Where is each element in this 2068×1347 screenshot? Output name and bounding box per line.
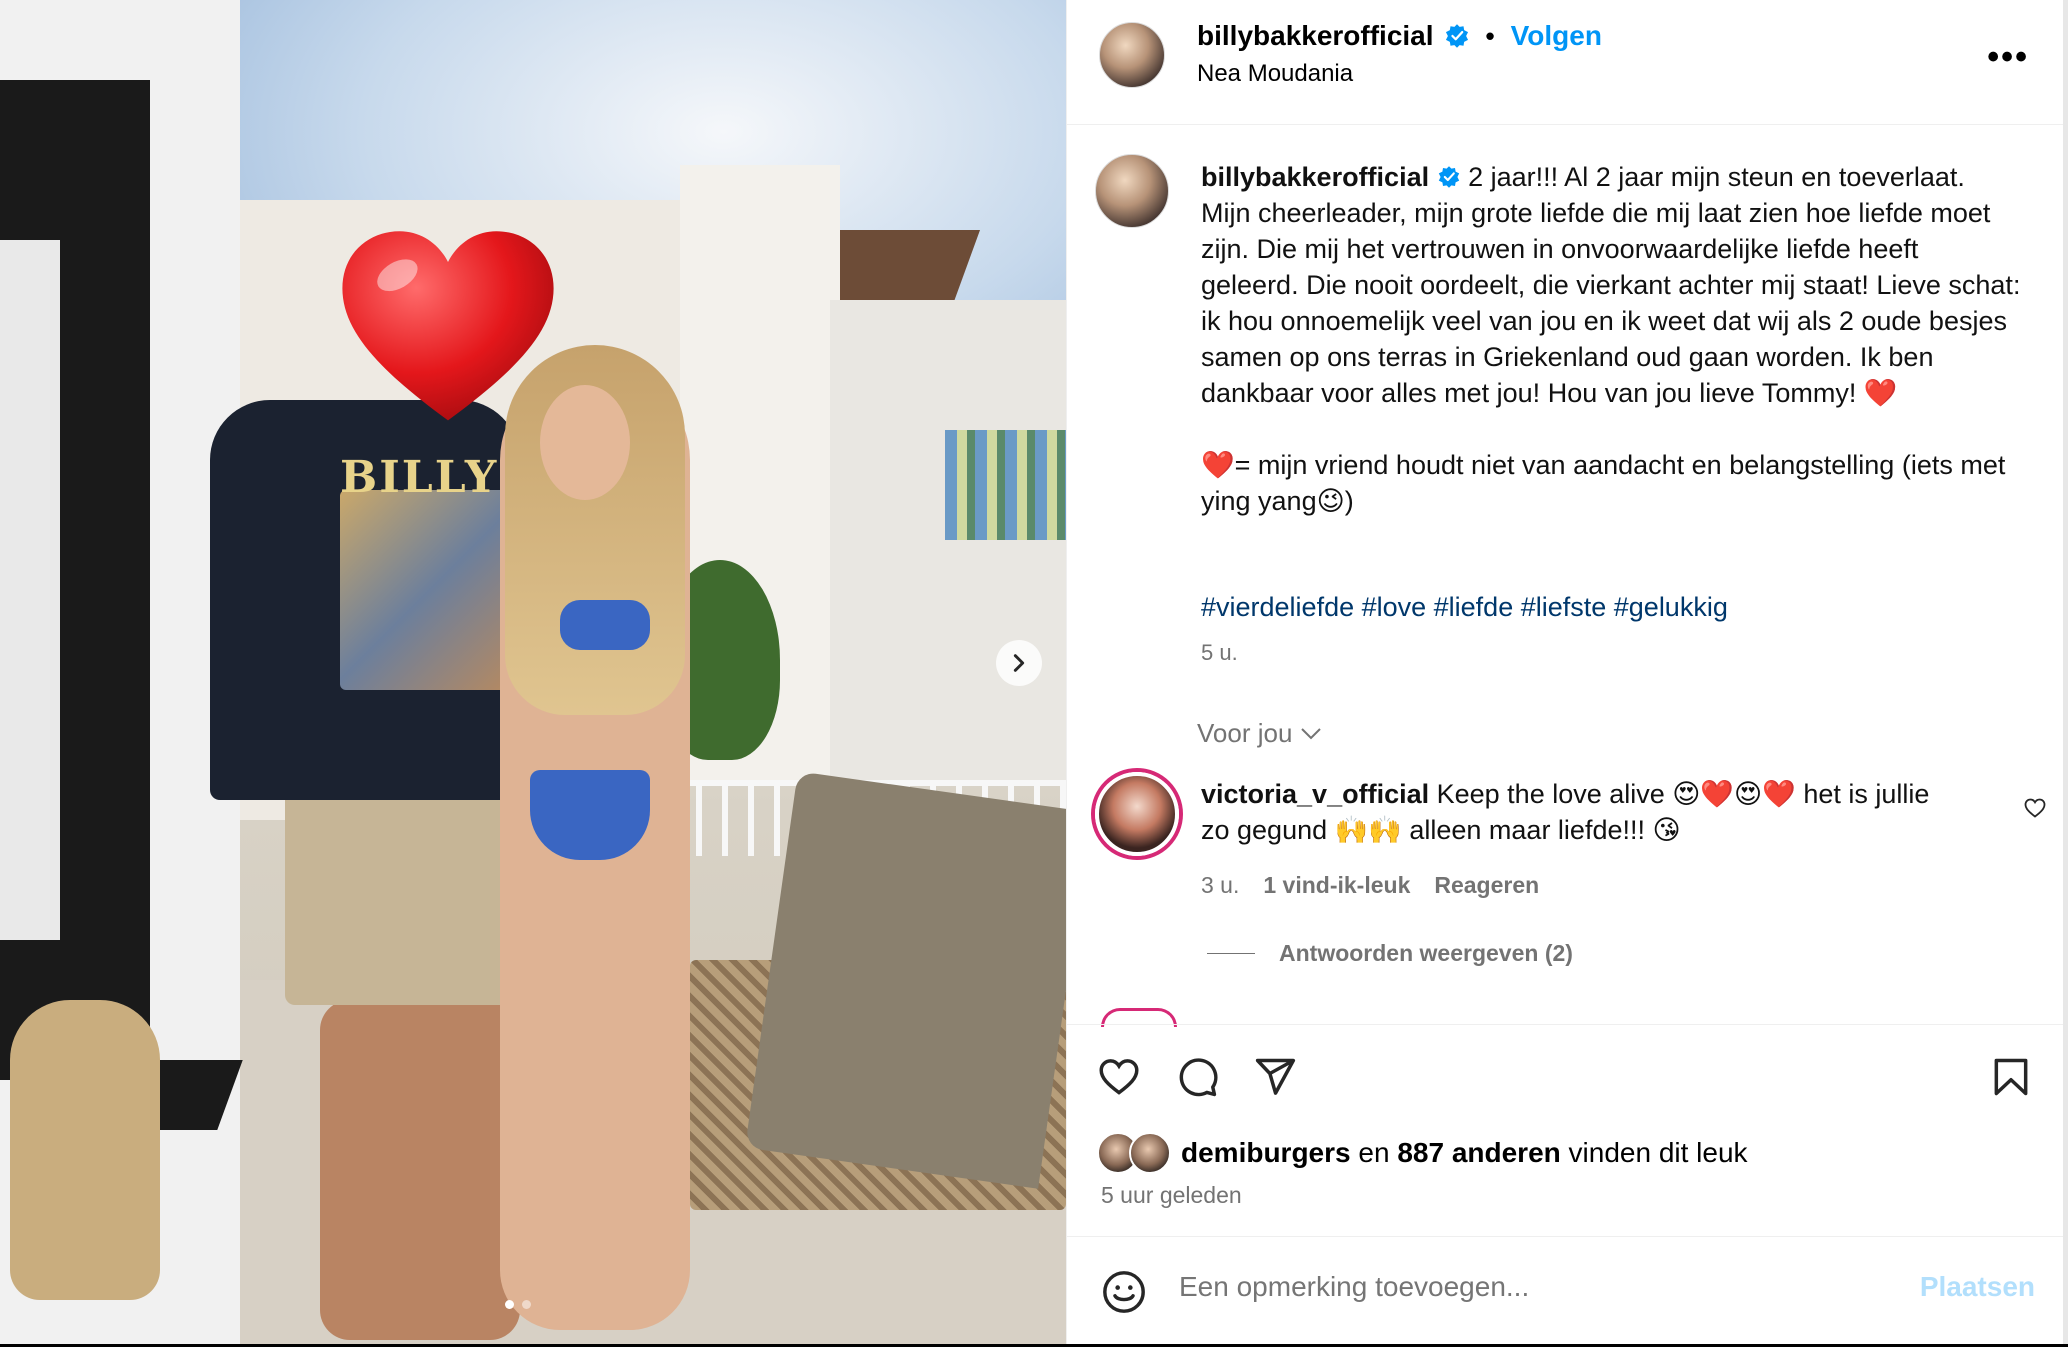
comment-input[interactable] xyxy=(1179,1271,1879,1303)
likes-others[interactable]: 887 anderen xyxy=(1397,1137,1560,1168)
likes-summary[interactable]: demiburgers en 887 anderen vinden dit le… xyxy=(1097,1132,1748,1174)
post-location[interactable]: Nea Moudania xyxy=(1197,60,1353,88)
next-slide-button[interactable] xyxy=(996,640,1042,686)
author-avatar[interactable] xyxy=(1099,22,1165,88)
verified-badge-icon xyxy=(1438,166,1459,188)
towel xyxy=(744,771,1066,1189)
commenter-username[interactable]: victoria_v_official xyxy=(1201,779,1429,809)
caption-username[interactable]: billybakkerofficial xyxy=(1201,162,1429,192)
likes-suffix: vinden dit leuk xyxy=(1568,1137,1748,1168)
shirt-text: BILLY xyxy=(340,452,499,503)
caption-hashtags[interactable]: #vierdeliefde #love #liefde #liefste #ge… xyxy=(1201,592,1728,623)
bikini-bottom xyxy=(530,770,650,860)
comment-heart-icon[interactable] xyxy=(2023,796,2047,820)
likes-and: en xyxy=(1358,1137,1390,1168)
post-timestamp: 5 uur geleden xyxy=(1101,1182,1242,1208)
post-header: billybakkerofficial • Volgen Nea Moudani… xyxy=(1067,0,2068,125)
comment-meta: 3 u. 1 vind-ik-leuk Reageren xyxy=(1201,872,1539,899)
view-replies-label: Antwoorden weergeven (2) xyxy=(1279,940,1573,966)
heart-icon[interactable] xyxy=(1097,1055,1141,1099)
emoji-icon[interactable] xyxy=(1101,1269,1147,1315)
comment-likes[interactable]: 1 vind-ik-leuk xyxy=(1263,872,1410,899)
caption-text: billybakkerofficial 2 jaar!!! Al 2 jaar … xyxy=(1201,159,2021,519)
commenter-avatar[interactable] xyxy=(1095,772,1179,856)
carousel-dot-active xyxy=(505,1300,514,1309)
carousel-dots xyxy=(505,1300,531,1309)
post-photo[interactable]: BILLY xyxy=(0,0,1066,1346)
shirt-print xyxy=(340,490,520,690)
replies-line xyxy=(1207,953,1255,954)
dog xyxy=(10,1000,160,1300)
carousel-dot xyxy=(522,1300,531,1309)
liker-username[interactable]: demiburgers xyxy=(1181,1137,1351,1168)
liker-avatar xyxy=(1129,1132,1171,1174)
doorway-interior xyxy=(0,240,60,940)
for-you-label: Voor jou xyxy=(1197,718,1293,748)
post-details-panel: billybakkerofficial • Volgen Nea Moudani… xyxy=(1066,0,2068,1346)
action-bar xyxy=(1067,1024,2068,1125)
header-separator: • xyxy=(1485,20,1495,51)
caption-timestamp: 5 u. xyxy=(1201,640,1238,665)
neighbor-house xyxy=(830,300,1066,780)
chevron-down-icon xyxy=(1301,727,1322,739)
more-options-icon[interactable]: ••• xyxy=(1987,38,2029,77)
bikini-top xyxy=(560,600,650,650)
likes-text: demiburgers en 887 anderen vinden dit le… xyxy=(1181,1137,1748,1169)
heart-sticker-icon xyxy=(338,218,558,438)
scrollbar-track[interactable] xyxy=(2063,0,2068,1346)
author-row: billybakkerofficial • Volgen xyxy=(1197,20,1602,52)
verified-badge-icon xyxy=(1445,24,1468,48)
striped-awning xyxy=(945,430,1066,540)
comment-icon[interactable] xyxy=(1175,1055,1219,1099)
post-comment-button[interactable]: Plaatsen xyxy=(1920,1271,2035,1303)
author-username[interactable]: billybakkerofficial xyxy=(1197,20,1434,52)
add-comment-bar: Plaatsen xyxy=(1067,1236,2068,1347)
view-replies-button[interactable]: Antwoorden weergeven (2) xyxy=(1207,940,1573,967)
share-icon[interactable] xyxy=(1253,1055,1297,1099)
reply-button[interactable]: Reageren xyxy=(1434,872,1539,899)
next-arrow-icon xyxy=(1013,654,1025,672)
bookmark-icon[interactable] xyxy=(1989,1055,2033,1099)
comment-time: 3 u. xyxy=(1201,872,1240,898)
follow-button[interactable]: Volgen xyxy=(1511,20,1602,52)
comment-text: victoria_v_official Keep the love alive … xyxy=(1201,776,1961,848)
man-legs xyxy=(320,1000,520,1340)
caption-author-avatar[interactable] xyxy=(1095,154,1169,228)
for-you-toggle[interactable]: Voor jou xyxy=(1197,718,1322,749)
caption-body: 2 jaar!!! Al 2 jaar mijn steun en toever… xyxy=(1201,162,2021,516)
